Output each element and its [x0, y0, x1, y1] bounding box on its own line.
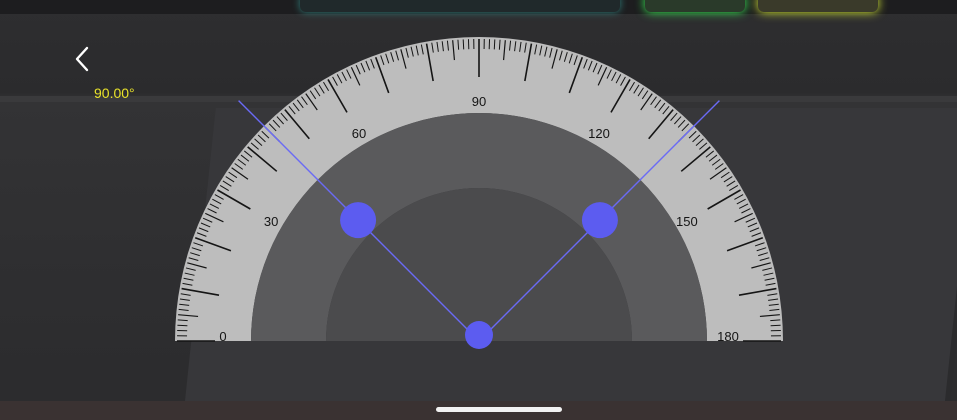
vertex-handle[interactable] [465, 321, 493, 349]
scale-label-180: 180 [717, 329, 739, 344]
scale-tick [177, 324, 188, 327]
scale-label-120: 120 [588, 126, 610, 141]
scale-tick [498, 39, 501, 50]
scale-tick [177, 319, 188, 322]
scale-label-150: 150 [676, 214, 698, 229]
scale-tick [770, 319, 781, 322]
angle-readout: 90.00° [94, 85, 135, 101]
home-indicator[interactable] [436, 407, 562, 412]
scale-tick [462, 39, 465, 50]
scale-tick [770, 324, 781, 327]
scale-label-0: 0 [219, 329, 226, 344]
scale-label-90: 90 [472, 94, 486, 109]
right-arm-handle[interactable] [581, 202, 618, 239]
chevron-left-icon [75, 46, 89, 72]
scale-label-30: 30 [264, 214, 278, 229]
protractor-screen: 0 30 60 90 120 150 180 90.00° [0, 0, 957, 420]
back-button[interactable] [66, 42, 100, 76]
scale-label-60: 60 [352, 126, 366, 141]
scale-tick [457, 39, 460, 50]
left-arm-handle[interactable] [340, 202, 377, 239]
protractor: 0 30 60 90 120 150 180 [175, 37, 783, 349]
scale-tick [493, 39, 496, 50]
